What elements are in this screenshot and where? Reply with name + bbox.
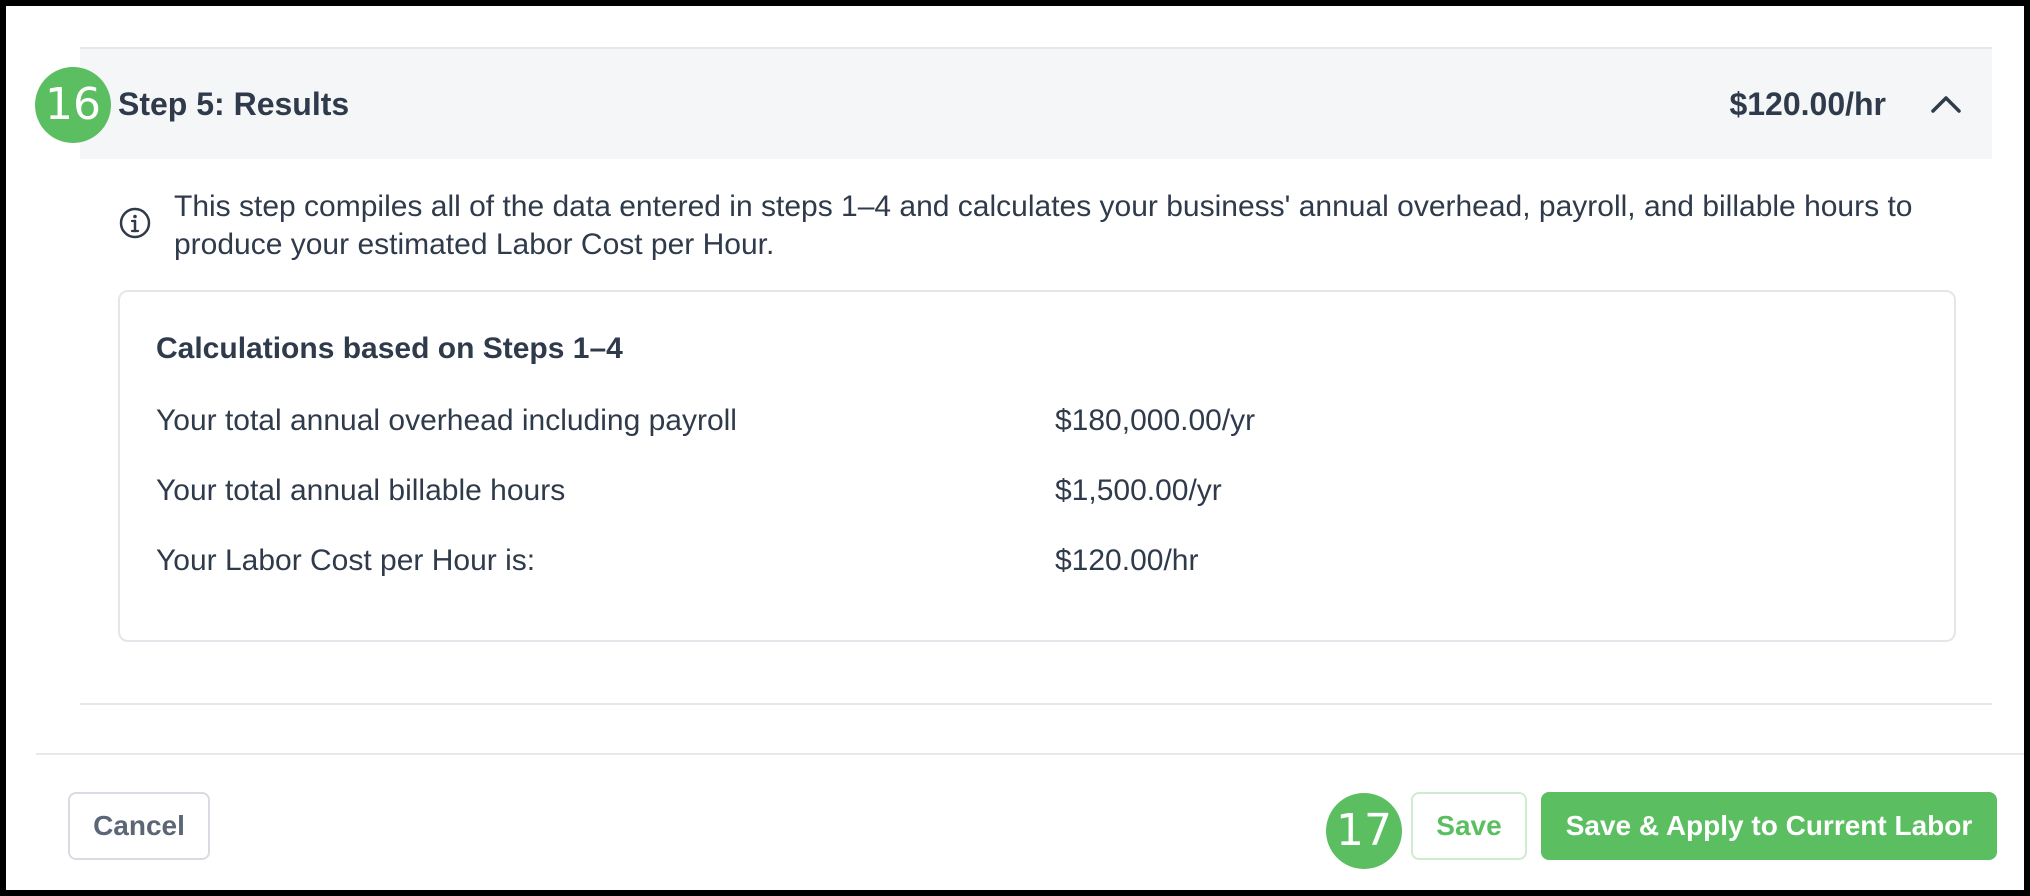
section-divider (80, 703, 1992, 705)
save-button[interactable]: Save (1411, 792, 1527, 860)
step-title: Step 5: Results (118, 86, 350, 122)
labor-cost-summary: $120.00/hr (1729, 86, 1886, 122)
annotation-badge-16: 16 (35, 67, 111, 143)
app-frame: Step 5: Results $120.00/hr This step com… (6, 6, 2024, 890)
step-5-accordion-header[interactable] (80, 47, 1992, 159)
overhead-value: $180,000.00/yr (1055, 404, 1256, 437)
billable-hours-value: $1,500.00/yr (1055, 474, 1222, 507)
billable-hours-label: Your total annual billable hours (156, 474, 566, 507)
calculations-title: Calculations based on Steps 1–4 (156, 332, 623, 365)
overhead-label: Your total annual overhead including pay… (156, 404, 737, 437)
step-info-text: This step compiles all of the data enter… (174, 190, 1913, 261)
cancel-button[interactable]: Cancel (68, 792, 210, 860)
chevron-up-icon[interactable] (1929, 90, 1963, 116)
labor-cost-value: $120.00/hr (1055, 544, 1199, 577)
labor-cost-label: Your Labor Cost per Hour is: (156, 544, 536, 577)
save-and-apply-button[interactable]: Save & Apply to Current Labor (1541, 792, 1997, 860)
annotation-badge-17: 17 (1326, 793, 1402, 869)
info-circle-icon (119, 207, 151, 239)
footer-divider (36, 753, 2024, 755)
